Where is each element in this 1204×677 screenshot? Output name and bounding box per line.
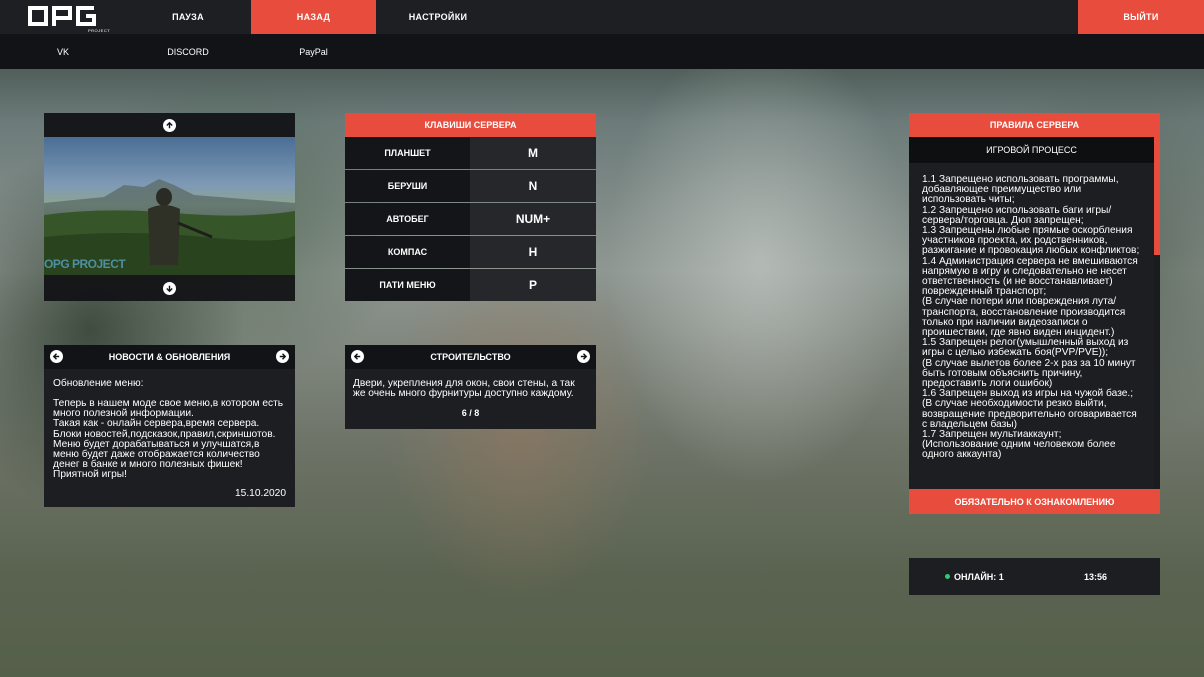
rule-line: 1.2 Запрещено использовать баги игры/сер… xyxy=(922,204,1112,226)
nav-pause[interactable]: ПАУЗА xyxy=(126,0,250,34)
rules-section-title: ИГРОВОЙ ПРОЦЕСС xyxy=(909,137,1154,163)
rules-title: ПРАВИЛА СЕРВЕРА xyxy=(909,113,1160,137)
online-status: ОНЛАЙН: 1 xyxy=(945,558,1004,595)
rule-line: 1.3 Запрещены любые прямые оскорбления у… xyxy=(922,225,1140,257)
arrow-right-icon xyxy=(580,353,588,360)
link-vk[interactable]: VK xyxy=(0,34,126,69)
news-heading: Обновление меню: xyxy=(53,378,144,389)
link-discord[interactable]: DISCORD xyxy=(126,34,250,69)
rule-line: 1.5 Запрещен релог(умышленный выход из и… xyxy=(922,337,1129,359)
key-value: P xyxy=(470,269,596,301)
news-title: НОВОСТИ & ОБНОВЛЕНИЯ xyxy=(108,352,231,362)
news-date: 15.10.2020 xyxy=(235,488,286,499)
news-panel: НОВОСТИ & ОБНОВЛЕНИЯ Обновление меню: Те… xyxy=(44,345,295,507)
key-value: N xyxy=(470,170,596,202)
building-text: Двери, укрепления для окон, свои стены, … xyxy=(353,378,575,400)
nav-settings[interactable]: НАСТРОЙКИ xyxy=(376,0,500,34)
key-action: КОМПАС xyxy=(345,236,470,268)
building-next-button[interactable] xyxy=(577,350,590,363)
rules-scrollbar[interactable] xyxy=(1154,137,1160,489)
news-header: НОВОСТИ & ОБНОВЛЕНИЯ xyxy=(44,345,295,369)
link-paypal[interactable]: PayPal xyxy=(251,34,376,69)
screenshot-caption: OPG PROJECT xyxy=(44,257,126,271)
building-header: СТРОИТЕЛЬСТВО xyxy=(345,345,596,369)
arrow-left-icon xyxy=(52,353,60,360)
key-row: ПАТИ МЕНЮ P xyxy=(345,269,596,301)
arrow-up-icon xyxy=(163,118,176,132)
building-page-indicator: 6 / 8 xyxy=(461,408,480,418)
key-row: ПЛАНШЕТ M xyxy=(345,137,596,169)
key-row: КОМПАС H xyxy=(345,236,596,268)
arrow-down-icon xyxy=(163,281,176,295)
arrow-left-icon xyxy=(353,353,361,360)
key-row: БЕРУШИ N xyxy=(345,170,596,202)
rules-scrollbar-thumb[interactable] xyxy=(1154,137,1160,255)
nav-back[interactable]: НАЗАД xyxy=(251,0,376,34)
gallery-prev-button[interactable] xyxy=(44,113,295,137)
online-dot-icon xyxy=(945,574,950,579)
rules-panel: ПРАВИЛА СЕРВЕРА ИГРОВОЙ ПРОЦЕСС 1.1 Запр… xyxy=(909,113,1160,514)
status-panel: ОНЛАЙН: 1 13:56 xyxy=(909,558,1160,595)
screenshot-gallery: OPG PROJECT xyxy=(44,113,295,301)
key-value: NUM+ xyxy=(470,203,596,235)
news-next-button[interactable] xyxy=(276,350,289,363)
key-action: ПЛАНШЕТ xyxy=(345,137,470,169)
news-prev-button[interactable] xyxy=(50,350,63,363)
logo-mark xyxy=(28,6,96,26)
key-action: БЕРУШИ xyxy=(345,170,470,202)
rule-line: 1.4 Администрация сервера не вмешиваются… xyxy=(922,255,1138,298)
key-action: АВТОБЕГ xyxy=(345,203,470,235)
gallery-next-button[interactable] xyxy=(44,275,295,301)
server-time: 13:56 xyxy=(1084,571,1108,582)
rule-line: (Использование одним человеком более одн… xyxy=(922,439,1116,461)
server-keys-title: КЛАВИШИ СЕРВЕРА xyxy=(345,113,596,137)
key-value: H xyxy=(470,236,596,268)
exit-button[interactable]: ВЫЙТИ xyxy=(1078,0,1204,34)
rules-footer: ОБЯЗАТЕЛЬНО К ОЗНАКОМЛЕНИЮ xyxy=(909,489,1160,514)
rule-line: (В случае потери или повреждения лута/тр… xyxy=(922,296,1126,339)
news-body: Теперь в нашем моде свое меню,в котором … xyxy=(53,398,284,481)
arrow-right-icon xyxy=(279,353,287,360)
opg-logo: PROJECT xyxy=(28,6,110,33)
rules-text: 1.1 Запрещено использовать программы, до… xyxy=(922,175,1140,485)
rule-line: 1.1 Запрещено использовать программы, до… xyxy=(922,175,1119,206)
building-prev-button[interactable] xyxy=(351,350,364,363)
online-count: ОНЛАЙН: 1 xyxy=(954,571,1004,582)
key-action: ПАТИ МЕНЮ xyxy=(345,269,470,301)
server-keys-panel: КЛАВИШИ СЕРВЕРА ПЛАНШЕТ M БЕРУШИ N АВТОБ… xyxy=(345,113,596,301)
rule-line: (В случае вылетов более 2-х раз за 10 ми… xyxy=(922,357,1136,390)
rule-line: (В случае необходимости резко выйти, воз… xyxy=(922,398,1137,430)
building-panel: СТРОИТЕЛЬСТВО Двери, укрепления для окон… xyxy=(345,345,596,429)
building-title: СТРОИТЕЛЬСТВО xyxy=(430,352,511,362)
screenshot-image: OPG PROJECT xyxy=(44,137,295,275)
key-value: M xyxy=(470,137,596,169)
key-row: АВТОБЕГ NUM+ xyxy=(345,203,596,235)
logo-subtitle: PROJECT xyxy=(88,28,111,33)
